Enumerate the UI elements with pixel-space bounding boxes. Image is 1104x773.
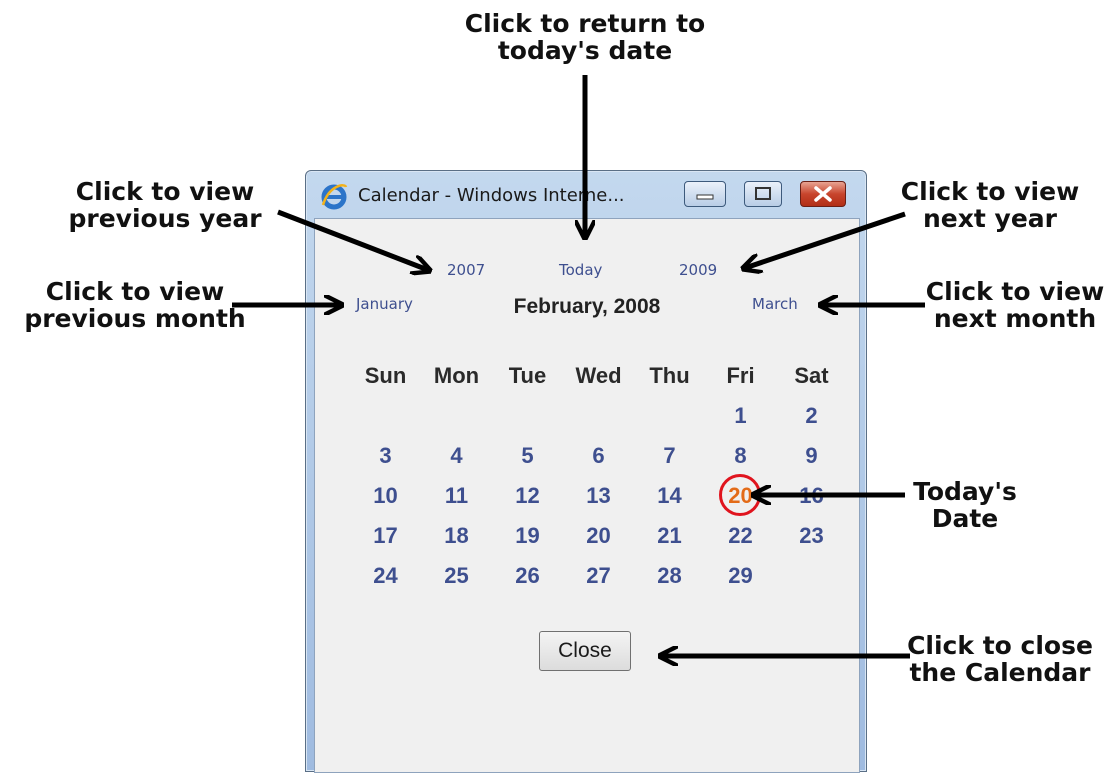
arrow-previous-year xyxy=(277,209,428,270)
callout-arrows xyxy=(232,75,925,765)
arrow-next-year xyxy=(745,211,906,268)
